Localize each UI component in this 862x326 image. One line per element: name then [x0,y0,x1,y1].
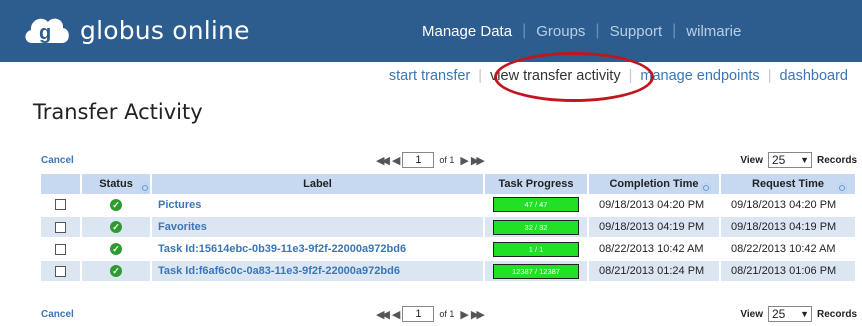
task-label-link[interactable]: Favorites [151,216,485,239]
task-label-link[interactable]: Pictures [151,194,485,217]
table-row[interactable]: ✓ Pictures 47 / 47 09/18/2013 04:20 PM 0… [41,194,857,217]
page-title: Transfer Activity [33,100,203,124]
check-circle-icon: ✓ [110,243,122,256]
records-per-page-select[interactable]: 25 ▼ [767,306,812,322]
task-label-link[interactable]: Task Id:f6af6c0c-0a83-11e3-9f2f-22000a97… [151,260,485,283]
transfer-activity-table: Status Label Task Progress Completion Ti… [41,174,857,283]
subnav-start-transfer[interactable]: start transfer [381,68,478,84]
check-circle-icon: ✓ [110,198,122,211]
check-circle-icon: ✓ [110,265,122,278]
records-label: Records [816,154,857,166]
last-page-icon[interactable]: ▶▶ [471,154,485,167]
cancel-button[interactable]: Cancel [41,309,74,320]
task-label-link[interactable]: Task Id:15614ebc-0b39-11e3-9f2f-22000a97… [151,238,485,261]
table-row[interactable]: ✓ Favorites 32 / 32 09/18/2013 04:19 PM … [41,216,857,239]
gear-icon[interactable] [138,181,152,195]
completion-time: 09/18/2013 04:19 PM [588,216,721,239]
brand-name: globus online [80,15,250,45]
prev-page-icon[interactable]: ◀ [392,154,401,167]
row-checkbox[interactable] [55,199,66,211]
svg-text:g: g [39,22,51,44]
subnav-dashboard[interactable]: dashboard [771,68,856,84]
gear-icon[interactable] [699,181,713,195]
page-number-input[interactable]: 1 [402,152,435,168]
completion-time: 09/18/2013 04:20 PM [588,194,721,217]
view-label: View [740,308,763,320]
label-column-label: Label [303,178,332,190]
row-select-cell [41,194,82,217]
task-progress-cell: 12387 / 12387 [484,260,589,283]
records-per-page-select[interactable]: 25 ▼ [767,152,812,168]
page-count: of 1 [439,155,455,165]
status-column-header[interactable]: Status [81,174,152,195]
label-column-header[interactable]: Label [151,174,485,194]
row-checkbox[interactable] [55,221,66,233]
chevron-down-icon: ▼ [800,309,809,319]
task-progress-cell: 1 / 1 [484,238,589,261]
nav-manage-data[interactable]: Manage Data [412,23,522,40]
table-header-row: Status Label Task Progress Completion Ti… [41,174,857,195]
top-header: g globus online Manage Data | Groups | S… [0,0,862,62]
status-cell: ✓ [81,260,152,283]
records-per-page: View 25 ▼ Records [740,152,857,168]
view-label: View [740,154,763,166]
next-page-icon[interactable]: ▶ [460,308,469,321]
progress-bar: 1 / 1 [493,241,579,257]
request-time: 08/22/2013 10:42 AM [720,238,857,261]
records-per-page: View 25 ▼ Records [740,306,857,322]
pagination-top: Cancel ◀◀ ◀ 1 of 1 ▶ ▶▶ View 25 ▼ Records [41,152,857,172]
first-page-icon[interactable]: ◀◀ [376,308,390,321]
pager-controls: ◀◀ ◀ 1 of 1 ▶ ▶▶ [376,152,485,168]
nav-user-account[interactable]: wilmarie [676,23,751,40]
nav-support[interactable]: Support [600,23,673,40]
status-cell: ✓ [81,216,152,239]
completion-time: 08/21/2013 01:24 PM [588,260,721,283]
globus-cloud-logo-icon: g [25,18,69,44]
table-row[interactable]: ✓ Task Id:f6af6c0c-0a83-11e3-9f2f-22000a… [41,260,857,283]
progress-bar: 32 / 32 [493,219,579,235]
row-select-cell [41,260,82,283]
nav-groups[interactable]: Groups [526,23,595,40]
row-checkbox[interactable] [55,265,66,277]
gear-icon[interactable] [835,181,849,195]
row-select-cell [41,238,82,261]
task-progress-column-label: Task Progress [498,178,574,190]
request-time: 08/21/2013 01:06 PM [720,260,857,283]
status-cell: ✓ [81,238,152,261]
highlight-circle [494,52,654,102]
check-circle-icon: ✓ [110,221,122,234]
request-time: 09/18/2013 04:19 PM [720,216,857,239]
completion-time-column-label: Completion Time [609,178,699,190]
row-checkbox[interactable] [55,243,66,255]
request-time-column-label: Request Time [752,178,824,190]
globus-logo[interactable]: g globus online [22,10,250,50]
cancel-button[interactable]: Cancel [41,155,74,166]
progress-bar: 12387 / 12387 [493,263,579,279]
pager-controls: ◀◀ ◀ 1 of 1 ▶ ▶▶ [376,306,485,322]
status-column-label: Status [99,178,133,190]
row-select-cell [41,216,82,239]
records-label: Records [816,308,857,320]
page-count: of 1 [439,309,455,319]
status-cell: ✓ [81,194,152,217]
progress-bar: 47 / 47 [493,197,579,212]
prev-page-icon[interactable]: ◀ [392,308,401,321]
records-per-page-value: 25 [771,307,786,321]
next-page-icon[interactable]: ▶ [460,154,469,167]
completion-time: 08/22/2013 10:42 AM [588,238,721,261]
records-per-page-value: 25 [771,153,786,167]
completion-time-column-header[interactable]: Completion Time [588,174,721,195]
first-page-icon[interactable]: ◀◀ [376,154,390,167]
page-number-input[interactable]: 1 [402,306,435,322]
request-time: 09/18/2013 04:20 PM [720,194,857,217]
request-time-column-header[interactable]: Request Time [720,174,857,195]
table-row[interactable]: ✓ Task Id:15614ebc-0b39-11e3-9f2f-22000a… [41,238,857,261]
pagination-bottom: Cancel ◀◀ ◀ 1 of 1 ▶ ▶▶ View 25 ▼ Records [41,306,857,326]
chevron-down-icon: ▼ [800,155,809,165]
select-column-header [41,174,82,194]
task-progress-column-header[interactable]: Task Progress [484,174,589,194]
last-page-icon[interactable]: ▶▶ [471,308,485,321]
task-progress-cell: 47 / 47 [484,194,589,217]
task-progress-cell: 32 / 32 [484,216,589,239]
